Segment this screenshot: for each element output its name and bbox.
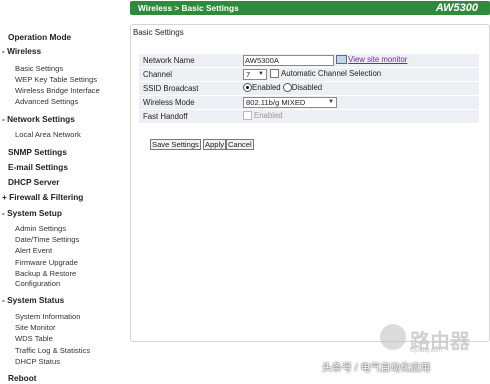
row-ssid-broadcast: SSID Broadcast Enabled Disabled <box>139 82 479 95</box>
ssid-enabled-label: Enabled <box>252 83 281 92</box>
section-title: Basic Settings <box>133 28 184 37</box>
nav-reboot[interactable]: Reboot <box>8 373 37 383</box>
nav-advanced-settings[interactable]: Advanced Settings <box>15 97 78 107</box>
nav-operation-mode[interactable]: Operation Mode <box>8 32 71 42</box>
network-name-label: Network Name <box>143 56 195 65</box>
nav-dhcp-status[interactable]: DHCP Status <box>15 357 60 367</box>
apply-button[interactable]: Apply <box>203 139 226 150</box>
nav-admin-settings[interactable]: Admin Settings <box>15 224 66 234</box>
router-logo-icon <box>380 324 406 350</box>
nav-site-monitor[interactable]: Site Monitor <box>15 323 56 333</box>
row-wireless-mode: Wireless Mode 802.11b/g MIXED ▼ <box>139 96 479 109</box>
nav-wep-key-table[interactable]: WEP Key Table Settings <box>15 75 97 85</box>
breadcrumb: Wireless > Basic Settings <box>138 3 239 13</box>
chevron-down-icon: ▼ <box>328 99 334 105</box>
row-channel: Channel 7 ▼ Automatic Channel Selection <box>139 68 479 81</box>
fast-handoff-checkbox[interactable] <box>243 111 252 121</box>
nav-firmware-upgrade[interactable]: Firmware Upgrade <box>15 258 78 268</box>
nav-backup-restore[interactable]: Backup & Restore <box>15 269 76 279</box>
nav-wds-table[interactable]: WDS Table <box>15 334 53 344</box>
nav-snmp-settings[interactable]: SNMP Settings <box>8 147 67 157</box>
wireless-mode-select[interactable]: 802.11b/g MIXED ▼ <box>243 97 337 108</box>
watermark-subtext: luyouqi.com <box>410 348 443 354</box>
chevron-down-icon: ▼ <box>258 71 264 77</box>
auto-channel-checkbox[interactable] <box>270 69 279 79</box>
nav-configuration[interactable]: Configuration <box>15 279 60 289</box>
view-site-monitor-link[interactable]: View site monitor <box>348 55 407 64</box>
nav-wireless-bridge[interactable]: Wireless Bridge Interface <box>15 86 100 96</box>
row-fast-handoff: Fast Handoff Enabled <box>139 110 479 123</box>
wireless-mode-value: 802.11b/g MIXED <box>246 98 306 107</box>
nav-system-information[interactable]: System Information <box>15 312 80 322</box>
nav-basic-settings[interactable]: Basic Settings <box>15 64 63 74</box>
caption-text: 头条号 / 电气自动化应用 <box>322 363 431 374</box>
cancel-button[interactable]: Cancel <box>226 139 254 150</box>
nav-system-status[interactable]: - System Status <box>2 295 64 305</box>
model-name: AW5300 <box>435 2 478 14</box>
ssid-broadcast-label: SSID Broadcast <box>143 84 199 93</box>
channel-select[interactable]: 7 ▼ <box>243 69 267 80</box>
channel-label: Channel <box>143 70 173 79</box>
nav-local-area-network[interactable]: Local Area Network <box>15 130 81 140</box>
nav-dhcp-server[interactable]: DHCP Server <box>8 177 60 187</box>
ssid-enabled-radio[interactable] <box>243 83 252 93</box>
wireless-mode-label: Wireless Mode <box>143 98 195 107</box>
nav-email-settings[interactable]: E-mail Settings <box>8 162 68 172</box>
nav-traffic-log[interactable]: Traffic Log & Statistics <box>15 346 90 356</box>
network-name-input[interactable]: AW5300A <box>243 55 334 66</box>
nav-alert-event[interactable]: Alert Event <box>15 246 52 256</box>
nav-network-settings[interactable]: - Network Settings <box>2 114 75 124</box>
sidebar-nav: Operation Mode - Wireless Basic Settings… <box>0 0 128 384</box>
save-settings-button[interactable]: Save Settings <box>150 139 201 150</box>
nav-wireless[interactable]: - Wireless <box>2 46 41 56</box>
nav-system-setup[interactable]: - System Setup <box>2 208 62 218</box>
site-monitor-icon[interactable] <box>336 55 348 65</box>
nav-firewall-filtering[interactable]: + Firewall & Filtering <box>2 192 83 202</box>
channel-value: 7 <box>246 70 251 79</box>
nav-date-time-settings[interactable]: Date/Time Settings <box>15 235 79 245</box>
row-network-name: Network Name AW5300A View site monitor <box>139 54 479 67</box>
fast-handoff-label: Fast Handoff <box>143 112 188 121</box>
watermark: 路由器 luyouqi.com <box>380 318 470 358</box>
ssid-disabled-label: Disabled <box>291 83 323 92</box>
header-bar: Wireless > Basic Settings AW5300 <box>130 1 490 15</box>
ssid-disabled-radio[interactable] <box>282 83 292 93</box>
fast-handoff-enabled-label: Enabled <box>254 111 283 120</box>
auto-channel-label: Automatic Channel Selection <box>281 69 382 78</box>
